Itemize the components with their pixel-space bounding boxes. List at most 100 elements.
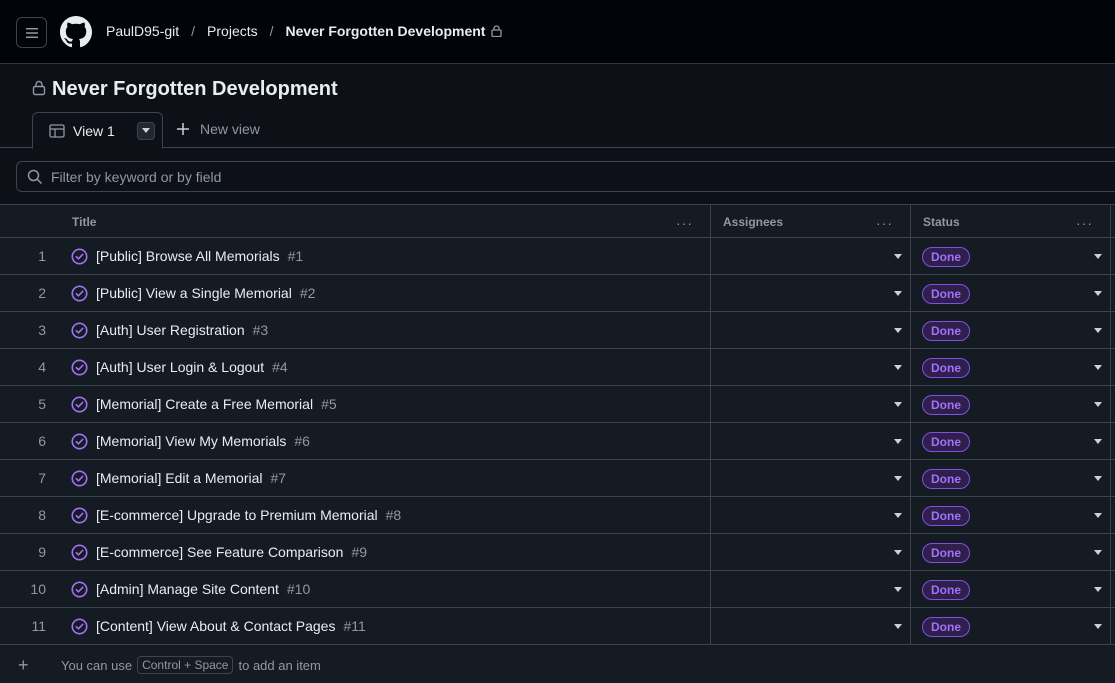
issue-closed-icon — [71, 507, 88, 524]
issue-title: [E-commerce] See Feature Comparison — [96, 544, 344, 560]
hint-suffix: to add an item — [238, 657, 321, 673]
column-menu-status[interactable]: ··· — [1076, 215, 1093, 231]
assignees-dropdown-caret[interactable] — [894, 439, 902, 444]
status-dropdown-caret[interactable] — [1094, 328, 1102, 333]
issue-title-link[interactable]: [Public] Browse All Memorials #1 — [96, 238, 303, 275]
assignees-dropdown-caret[interactable] — [894, 291, 902, 296]
row-number: 8 — [38, 507, 46, 523]
status-badge[interactable]: Done — [922, 469, 970, 489]
status-badge[interactable]: Done — [922, 321, 970, 341]
status-dropdown-caret[interactable] — [1094, 439, 1102, 444]
status-dropdown-caret[interactable] — [1094, 402, 1102, 407]
add-item-footer: + You can use Control + Space to add an … — [0, 645, 1115, 683]
github-logo-icon[interactable] — [60, 16, 92, 48]
status-dropdown-caret[interactable] — [1094, 291, 1102, 296]
tab-view-1[interactable]: View 1 — [32, 112, 163, 149]
status-dropdown-caret[interactable] — [1094, 476, 1102, 481]
issue-number: #8 — [385, 507, 402, 523]
status-dropdown-caret[interactable] — [1094, 254, 1102, 259]
issue-title-link[interactable]: [E-commerce] See Feature Comparison #9 — [96, 534, 367, 571]
issue-title-link[interactable]: [Memorial] Edit a Memorial #7 — [96, 460, 286, 497]
issue-title-link[interactable]: [Auth] User Registration #3 — [96, 312, 268, 349]
status-dropdown-caret[interactable] — [1094, 550, 1102, 555]
filter-bar — [16, 161, 1115, 192]
table-row[interactable]: 1 [Public] Browse All Memorials #1 Done — [0, 238, 1115, 275]
issue-title: [E-commerce] Upgrade to Premium Memorial — [96, 507, 378, 523]
status-dropdown-caret[interactable] — [1094, 587, 1102, 592]
assignees-dropdown-caret[interactable] — [894, 328, 902, 333]
column-header-title[interactable]: Title — [72, 205, 96, 238]
filter-input[interactable] — [51, 168, 951, 185]
status-badge[interactable]: Done — [922, 432, 970, 452]
column-header-assignees[interactable]: Assignees — [723, 205, 783, 238]
assignees-dropdown-caret[interactable] — [894, 365, 902, 370]
page-title: Never Forgotten Development — [52, 78, 338, 100]
assignees-dropdown-caret[interactable] — [894, 513, 902, 518]
table-row[interactable]: 2 [Public] View a Single Memorial #2 Done — [0, 275, 1115, 312]
row-number: 6 — [38, 433, 46, 449]
view-options-button[interactable] — [136, 121, 155, 140]
status-badge[interactable]: Done — [922, 617, 970, 637]
issue-number: #11 — [343, 618, 366, 634]
new-view-button[interactable]: New view — [176, 121, 260, 137]
table-row[interactable]: 9 [E-commerce] See Feature Comparison #9 Do… — [0, 534, 1115, 571]
issue-number: #10 — [286, 581, 311, 597]
search-icon — [27, 169, 43, 184]
table-row[interactable]: 11 [Content] View About & Contact Pages #1… — [0, 608, 1115, 645]
column-menu-title[interactable]: ··· — [676, 215, 693, 231]
issue-title: [Content] View About & Contact Pages — [96, 618, 336, 634]
assignees-dropdown-caret[interactable] — [894, 254, 902, 259]
table-row[interactable]: 3 [Auth] User Registration #3 Done — [0, 312, 1115, 349]
plus-icon — [177, 123, 189, 135]
table-row[interactable]: 8 [E-commerce] Upgrade to Premium Memoria… — [0, 497, 1115, 534]
column-header-status[interactable]: Status — [923, 205, 960, 238]
table-row[interactable]: 7 [Memorial] Edit a Memorial #7 Done — [0, 460, 1115, 497]
issue-title-link[interactable]: [Memorial] View My Memorials #6 — [96, 423, 310, 460]
menu-button[interactable] — [16, 17, 47, 48]
table-icon — [49, 123, 65, 138]
issue-closed-icon — [71, 322, 88, 339]
issue-title-link[interactable]: [Admin] Manage Site Content #10 — [96, 571, 310, 608]
project-title-row: Never Forgotten Development — [32, 78, 338, 101]
row-number: 5 — [38, 396, 46, 412]
status-badge[interactable]: Done — [922, 580, 970, 600]
table-row[interactable]: 10 [Admin] Manage Site Content #10 Done — [0, 571, 1115, 608]
issue-closed-icon — [71, 433, 88, 450]
issue-title-link[interactable]: [Public] View a Single Memorial #2 — [96, 275, 315, 312]
issue-title-link[interactable]: [Memorial] Create a Free Memorial #5 — [96, 386, 337, 423]
status-badge[interactable]: Done — [922, 247, 970, 267]
row-number: 7 — [38, 470, 46, 486]
add-item-plus-icon[interactable]: + — [18, 655, 29, 676]
row-number: 4 — [38, 359, 46, 375]
status-badge[interactable]: Done — [922, 395, 970, 415]
column-menu-assignees[interactable]: ··· — [876, 215, 893, 231]
table-row[interactable]: 5 [Memorial] Create a Free Memorial #5 Done — [0, 386, 1115, 423]
issue-title-link[interactable]: [E-commerce] Upgrade to Premium Memorial… — [96, 497, 401, 534]
status-badge[interactable]: Done — [922, 543, 970, 563]
add-item-hint[interactable]: You can use Control + Space to add an it… — [61, 656, 321, 674]
row-number: 3 — [38, 322, 46, 338]
table-row[interactable]: 6 [Memorial] View My Memorials #6 Done — [0, 423, 1115, 460]
issue-title: [Public] Browse All Memorials — [96, 248, 280, 264]
breadcrumb-projects[interactable]: Projects — [207, 23, 258, 39]
breadcrumb-separator: / — [191, 23, 196, 39]
assignees-dropdown-caret[interactable] — [894, 624, 902, 629]
breadcrumb-project[interactable]: Never Forgotten Development — [286, 23, 486, 39]
assignees-dropdown-caret[interactable] — [894, 402, 902, 407]
status-dropdown-caret[interactable] — [1094, 624, 1102, 629]
assignees-dropdown-caret[interactable] — [894, 476, 902, 481]
table-row[interactable]: 4 [Auth] User Login & Logout #4 Done — [0, 349, 1115, 386]
status-badge[interactable]: Done — [922, 358, 970, 378]
breadcrumb-owner[interactable]: PaulD95-git — [106, 23, 179, 39]
status-dropdown-caret[interactable] — [1094, 365, 1102, 370]
row-number: 10 — [30, 581, 46, 597]
status-dropdown-caret[interactable] — [1094, 513, 1102, 518]
issue-closed-icon — [71, 396, 88, 413]
assignees-dropdown-caret[interactable] — [894, 587, 902, 592]
status-badge[interactable]: Done — [922, 506, 970, 526]
issue-title-link[interactable]: [Content] View About & Contact Pages #11 — [96, 608, 366, 645]
triangle-down-icon — [141, 128, 150, 133]
issue-title-link[interactable]: [Auth] User Login & Logout #4 — [96, 349, 288, 386]
assignees-dropdown-caret[interactable] — [894, 550, 902, 555]
status-badge[interactable]: Done — [922, 284, 970, 304]
